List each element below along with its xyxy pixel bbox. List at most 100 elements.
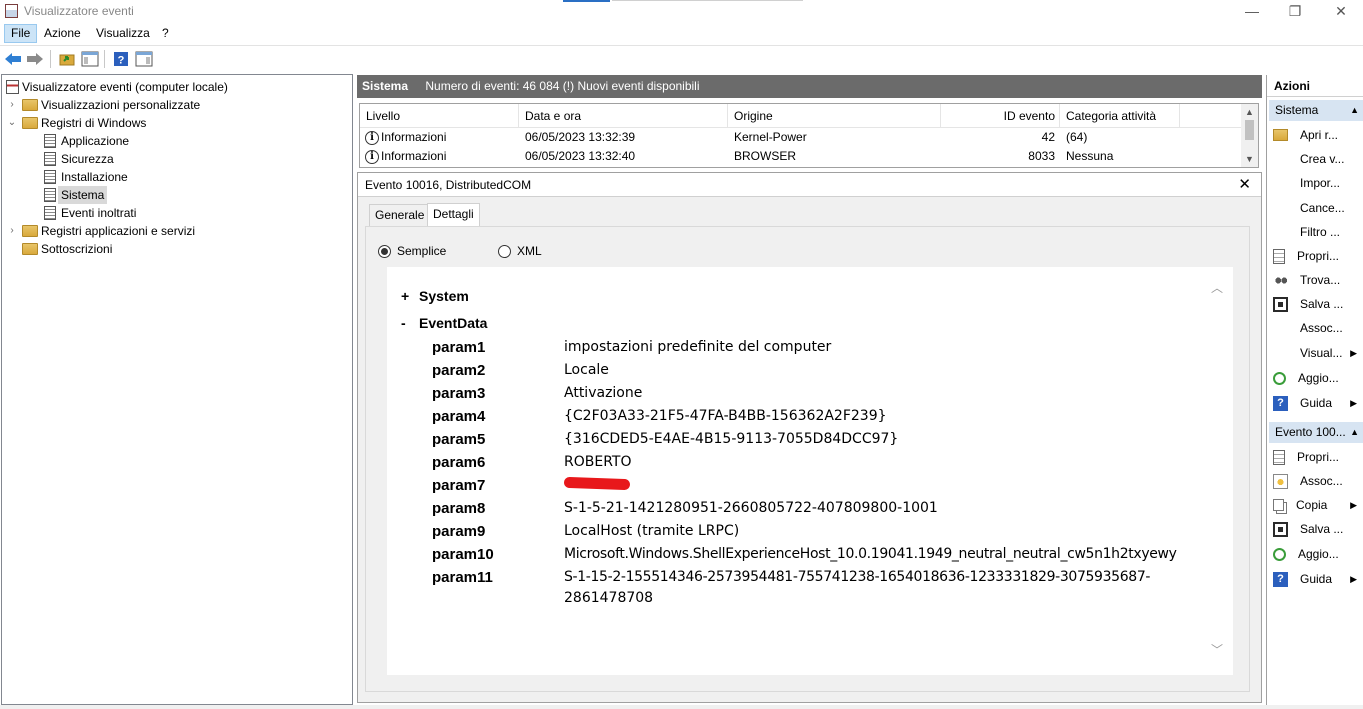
scroll-down-chevron-icon[interactable]: ﹀ — [1211, 641, 1223, 658]
action-copy[interactable]: Copia ▶ — [1269, 493, 1363, 517]
tree-item-applicazione[interactable]: Applicazione — [42, 132, 129, 150]
blank-icon — [1273, 176, 1288, 191]
radio-unselected-icon[interactable] — [498, 244, 511, 258]
column-origine[interactable]: Origine — [728, 104, 941, 128]
properties-icon — [1273, 449, 1285, 465]
help-icon[interactable]: ? — [111, 49, 131, 69]
action-create-view[interactable]: Crea v... — [1269, 147, 1363, 171]
close-window-button[interactable]: ✕ — [1329, 2, 1353, 20]
scroll-thumb[interactable] — [1245, 120, 1254, 140]
action-label: Guida — [1300, 572, 1333, 586]
tree-root-label: Visualizzatore eventi (computer locale) — [22, 80, 228, 94]
section-system[interactable]: + System — [401, 288, 469, 304]
param-key: param10 — [432, 546, 494, 563]
tree-item-eventi-inoltrati[interactable]: Eventi inoltrati — [42, 204, 136, 222]
action-label: Crea v... — [1300, 152, 1345, 166]
section-eventdata[interactable]: - EventData — [401, 315, 487, 331]
tree-root[interactable]: Visualizzatore eventi (computer locale) — [6, 78, 228, 96]
toolbar-separator — [104, 50, 105, 68]
action-help-event[interactable]: ? Guida ▶ — [1269, 567, 1363, 591]
action-clear-log[interactable]: Cance... — [1269, 196, 1363, 220]
open-folder-icon[interactable] — [57, 49, 77, 69]
action-view[interactable]: Visual... ▶ — [1269, 341, 1363, 365]
scroll-up-arrow-icon[interactable]: ▲ — [1241, 105, 1258, 119]
tab-dettagli[interactable]: Dettagli — [427, 203, 480, 227]
menu-help[interactable]: ? — [156, 24, 175, 43]
column-data-ora[interactable]: Data e ora — [519, 104, 728, 128]
column-id-evento[interactable]: ID evento — [941, 104, 1060, 128]
table-row[interactable]: i Informazioni 06/05/2023 13:32:40 BROWSE… — [360, 147, 1242, 166]
section-system-label: System — [419, 288, 469, 304]
tree-item-windows-logs[interactable]: ⌄ Registri di Windows — [6, 114, 147, 132]
cell-level: i Informazioni — [365, 128, 446, 147]
tree-item-sottoscrizioni[interactable]: Sottoscrizioni — [22, 240, 112, 258]
tree-item-sistema[interactable]: Sistema — [42, 186, 108, 204]
action-attach-task-event[interactable]: Assoc... — [1269, 469, 1363, 493]
scroll-up-chevron-icon[interactable]: ︿ — [1211, 279, 1223, 296]
event-detail-title-bar: Evento 10016, DistributedCOM ✕ — [358, 173, 1261, 197]
forward-arrow-icon[interactable] — [25, 49, 45, 69]
action-label: Guida — [1300, 396, 1333, 410]
close-detail-icon[interactable]: ✕ — [1238, 176, 1251, 194]
tab-generale[interactable]: Generale — [369, 204, 431, 226]
action-properties[interactable]: Propri... — [1269, 244, 1363, 268]
folder-icon — [22, 117, 38, 129]
back-arrow-icon[interactable] — [3, 49, 23, 69]
show-hide-actions-icon[interactable] — [134, 49, 154, 69]
status-bar — [0, 705, 1363, 709]
param-value: Locale — [564, 362, 609, 378]
radio-selected-icon[interactable] — [378, 244, 391, 258]
menu-visualizza[interactable]: Visualizza — [90, 24, 156, 43]
radio-xml[interactable]: XML — [498, 244, 542, 258]
cell-datetime: 06/05/2023 13:32:39 — [525, 130, 636, 144]
expand-chevron-icon[interactable]: › — [6, 96, 18, 114]
column-livello[interactable]: Livello — [360, 104, 519, 128]
log-icon — [44, 206, 56, 220]
action-refresh-event[interactable]: Aggio... — [1269, 542, 1363, 566]
action-import-view[interactable]: Impor... — [1269, 171, 1363, 195]
action-help[interactable]: ? Guida ▶ — [1269, 391, 1363, 415]
minimize-button[interactable]: — — [1240, 2, 1264, 20]
menu-file[interactable]: File — [4, 24, 38, 43]
action-find[interactable]: Trova... — [1269, 268, 1363, 292]
maximize-button[interactable]: ❐ — [1283, 2, 1307, 20]
log-name: Sistema — [362, 79, 409, 93]
expand-sign[interactable]: + — [401, 288, 419, 304]
collapse-caret-icon[interactable]: ▲ — [1350, 100, 1359, 121]
collapse-chevron-icon[interactable]: ⌄ — [6, 114, 18, 132]
actions-section-sistema[interactable]: Sistema ▲ — [1269, 100, 1363, 121]
action-refresh[interactable]: Aggio... — [1269, 366, 1363, 390]
menu-azione[interactable]: Azione — [38, 24, 87, 43]
event-list-scrollbar[interactable]: ▲ ▼ — [1241, 104, 1258, 167]
submenu-arrow-icon: ▶ — [1350, 397, 1357, 408]
radio-xml-label: XML — [517, 244, 542, 258]
save-icon — [1273, 521, 1288, 537]
expand-chevron-icon[interactable]: › — [6, 222, 18, 240]
tree-item-label: Visualizzazioni personalizzate — [41, 98, 201, 112]
action-save-events[interactable]: Salva ... — [1269, 292, 1363, 316]
scroll-down-arrow-icon[interactable]: ▼ — [1241, 152, 1258, 166]
blank-icon — [1273, 321, 1288, 336]
cell-event-id: 42 — [1041, 130, 1055, 144]
param-key: param7 — [432, 477, 486, 494]
action-attach-task[interactable]: Assoc... — [1269, 316, 1363, 340]
action-event-properties[interactable]: Propri... — [1269, 445, 1363, 469]
menu-bar: File Azione Visualizza ? — [0, 23, 1363, 44]
actions-section-evento[interactable]: Evento 100... ▲ — [1269, 422, 1363, 443]
tree-item-app-service-logs[interactable]: › Registri applicazioni e servizi — [6, 222, 195, 240]
collapse-caret-icon[interactable]: ▲ — [1350, 422, 1359, 443]
tree-item-installazione[interactable]: Installazione — [42, 168, 128, 186]
tree-item-sicurezza[interactable]: Sicurezza — [42, 150, 114, 168]
submenu-arrow-icon: ▶ — [1350, 573, 1357, 584]
show-hide-tree-icon[interactable] — [80, 49, 100, 69]
cell-source: Kernel-Power — [734, 130, 807, 144]
action-filter-log[interactable]: Filtro ... — [1269, 220, 1363, 244]
action-open-saved-log[interactable]: Apri r... — [1269, 123, 1363, 147]
radio-semplice[interactable]: Semplice — [378, 244, 446, 258]
collapse-sign[interactable]: - — [401, 315, 419, 331]
action-save-event[interactable]: Salva ... — [1269, 517, 1363, 541]
table-row[interactable]: i Informazioni 06/05/2023 13:32:39 Kernel… — [360, 128, 1242, 147]
column-categoria[interactable]: Categoria attività — [1060, 104, 1180, 128]
toolbar-separator — [50, 50, 51, 68]
tree-item-custom-views[interactable]: › Visualizzazioni personalizzate — [6, 96, 200, 114]
